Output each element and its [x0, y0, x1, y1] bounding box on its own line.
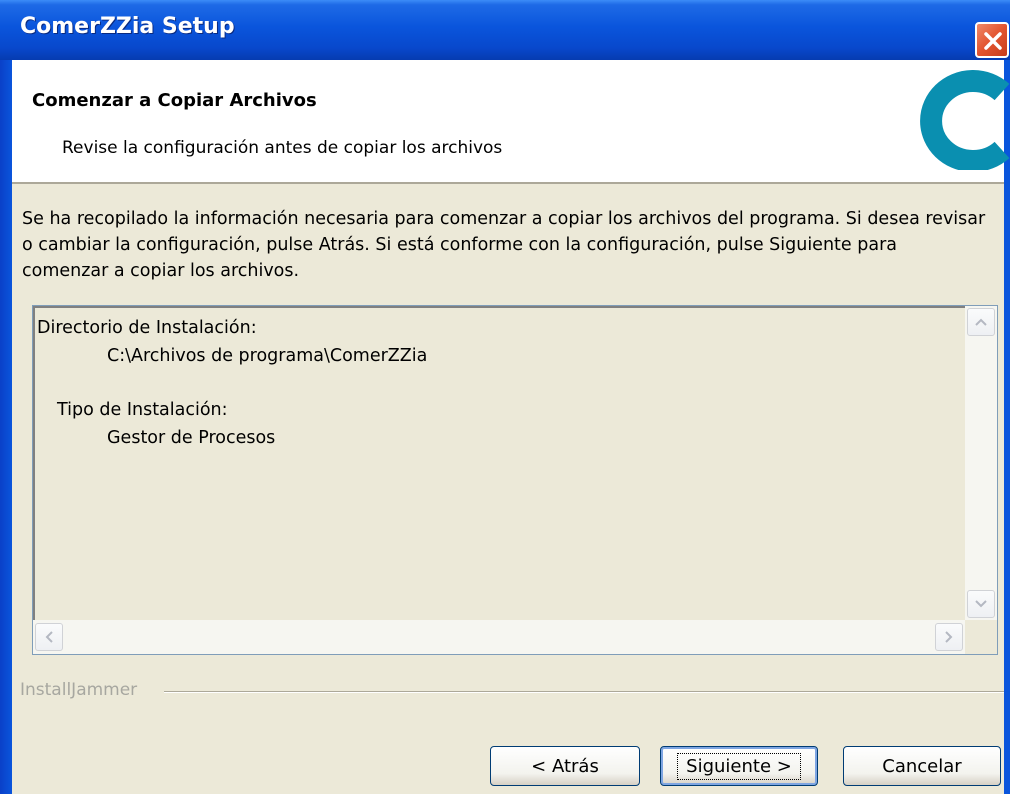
install-dir-value: C:\Archivos de programa\ComerZZia [107, 346, 428, 366]
horizontal-scrollbar[interactable] [33, 620, 965, 654]
chevron-up-icon [975, 318, 987, 326]
back-button-label: < Atrás [531, 755, 599, 777]
installer-brand-separator: InstallJammer [14, 670, 1004, 700]
cancel-button[interactable]: Cancelar [843, 746, 1001, 786]
page-title: Comenzar a Copiar Archivos [32, 90, 317, 111]
installer-brand-label: InstallJammer [20, 680, 144, 700]
chevron-down-icon [975, 600, 987, 608]
scrollbar-corner [965, 620, 997, 654]
chevron-left-icon [45, 631, 53, 643]
comerzzia-logo-icon [920, 70, 1010, 170]
separator-line [164, 691, 1004, 693]
install-dir-label: Directorio de Instalación: [37, 318, 257, 338]
window-border-right [1004, 60, 1010, 794]
next-button[interactable]: Siguiente > [660, 746, 818, 786]
setup-window: ComerZZia Setup Comenzar a Copiar Archiv… [0, 0, 1010, 794]
title-bar[interactable]: ComerZZia Setup [0, 0, 1010, 60]
install-type-label: Tipo de Instalación: [57, 400, 228, 420]
summary-listbox[interactable]: Directorio de Instalación: C:\Archivos d… [32, 305, 998, 655]
window-title: ComerZZia Setup [20, 14, 235, 39]
wizard-header: Comenzar a Copiar Archivos Revise la con… [12, 60, 1010, 184]
back-button[interactable]: < Atrás [490, 746, 640, 786]
scroll-left-button[interactable] [35, 623, 63, 651]
description-text: Se ha recopilado la información necesari… [22, 209, 986, 281]
summary-content: Directorio de Instalación: C:\Archivos d… [33, 306, 965, 620]
close-icon [984, 32, 1002, 50]
cancel-button-label: Cancelar [882, 755, 962, 777]
install-type-value: Gestor de Procesos [107, 428, 276, 448]
scroll-down-button[interactable] [967, 590, 995, 618]
window-border-left [0, 60, 12, 794]
scroll-up-button[interactable] [967, 308, 995, 336]
page-subtitle: Revise la configuración antes de copiar … [62, 138, 503, 158]
chevron-right-icon [945, 631, 953, 643]
vertical-scrollbar[interactable] [965, 306, 997, 620]
scroll-right-button[interactable] [935, 623, 963, 651]
next-button-label: Siguiente > [677, 752, 801, 780]
close-button[interactable] [975, 22, 1009, 58]
